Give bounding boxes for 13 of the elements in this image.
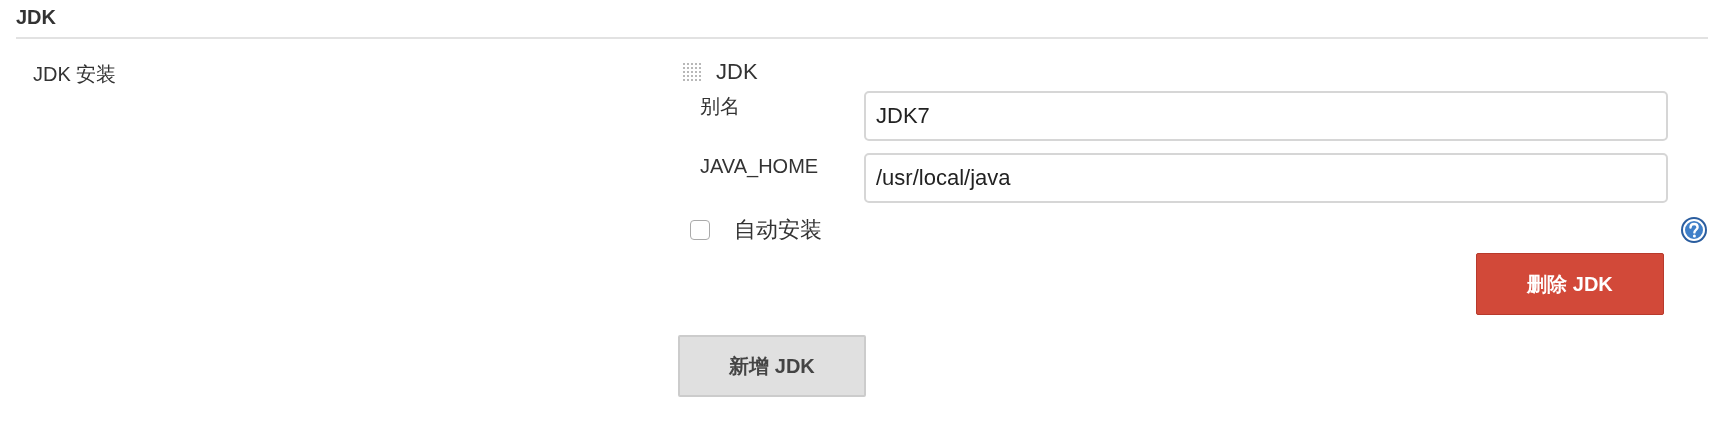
- text-field[interactable]: /usr/local/java: [864, 153, 1668, 203]
- help-icon[interactable]: [1680, 216, 1708, 244]
- checkbox-label[interactable]: 自动安装: [734, 215, 1680, 245]
- text-field[interactable]: JDK7: [864, 91, 1668, 141]
- installation-title: JDK: [716, 59, 758, 85]
- drag-handle-icon[interactable]: [682, 62, 702, 82]
- setting-label: JDK 安装: [33, 63, 117, 85]
- field-label: 别名: [700, 94, 741, 119]
- checkbox[interactable]: [690, 220, 710, 240]
- delete-button[interactable]: 删除 JDK: [1476, 253, 1664, 315]
- section-title: JDK: [16, 6, 1708, 39]
- field-label: JAVA_HOME: [700, 154, 820, 178]
- add-button[interactable]: 新增 JDK: [678, 335, 866, 397]
